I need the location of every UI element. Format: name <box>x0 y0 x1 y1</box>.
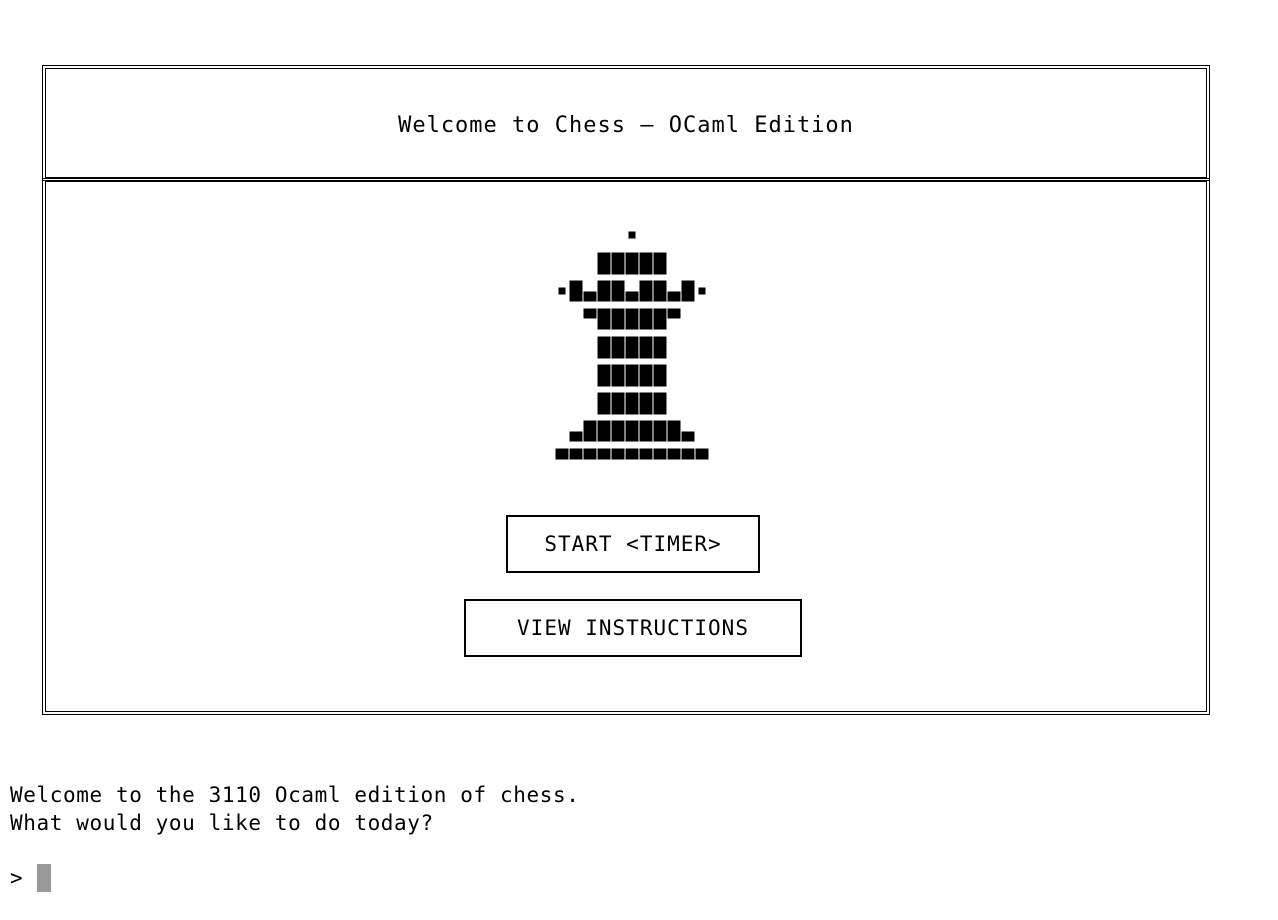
console-output: Welcome to the 3110 Ocaml edition of che… <box>10 781 579 837</box>
text-cursor[interactable] <box>36 864 51 892</box>
view-instructions-button[interactable]: VIEW INSTRUCTIONS <box>464 599 802 657</box>
page-title: Welcome to Chess – OCaml Edition <box>398 113 854 138</box>
console-line-welcome: Welcome to the 3110 Ocaml edition of che… <box>10 783 580 807</box>
title-panel: Welcome to Chess – OCaml Edition <box>42 65 1210 181</box>
start-timer-button[interactable]: START <TIMER> <box>506 515 760 573</box>
command-prompt[interactable]: > <box>10 864 51 892</box>
prompt-symbol: > <box>10 866 23 890</box>
console-line-question: What would you like to do today? <box>10 811 434 835</box>
chess-queen-icon <box>554 230 710 461</box>
